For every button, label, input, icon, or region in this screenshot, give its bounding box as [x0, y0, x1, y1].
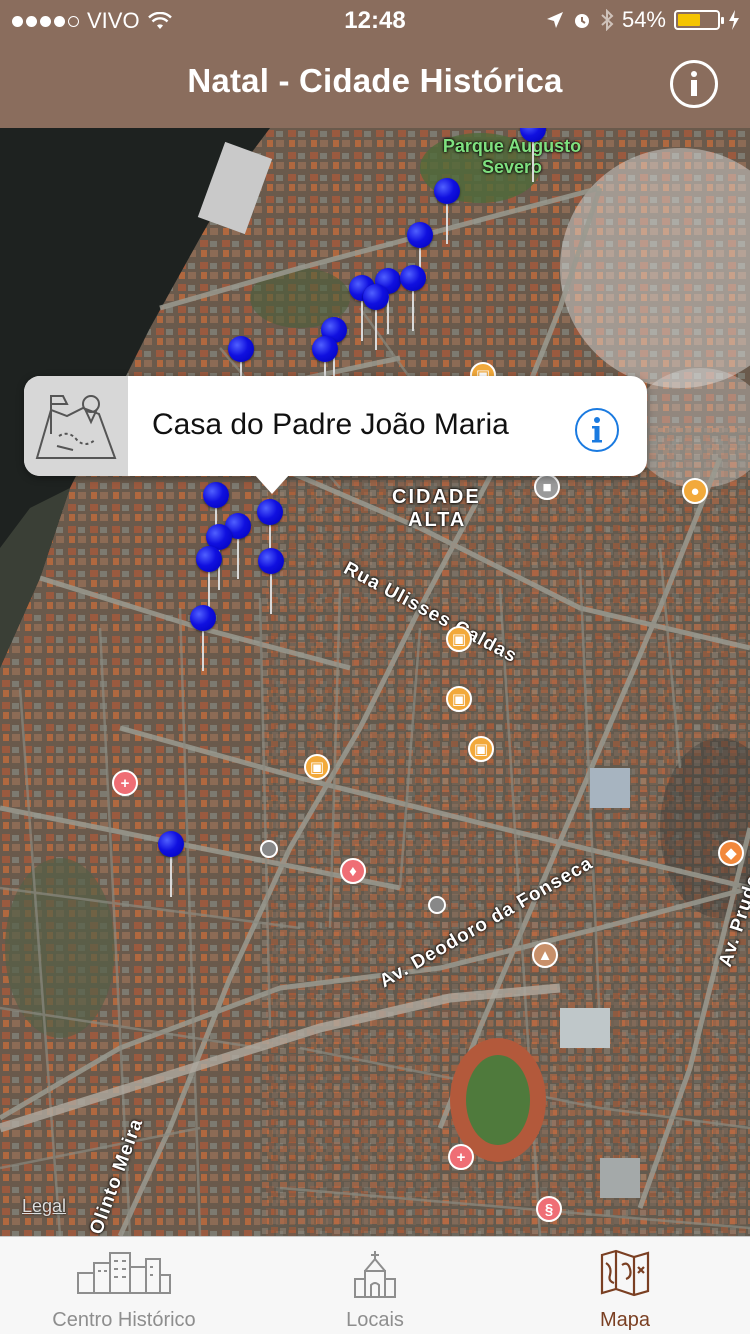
location-callout[interactable]: Casa do Padre João Maria [24, 376, 647, 494]
map-label-district: CIDADE [392, 486, 481, 508]
map-location-icon [35, 395, 117, 459]
info-button[interactable] [670, 60, 718, 108]
alarm-icon [574, 14, 589, 28]
satellite-map[interactable]: Parque Augusto Severo CIDADE ALTA Rua Ul… [0, 128, 750, 1236]
shopping-poi-icon[interactable]: ▣ [468, 736, 494, 762]
tab-mapa[interactable]: Mapa [550, 1237, 700, 1334]
tab-locais[interactable]: Locais [300, 1237, 450, 1334]
bluetooth-icon [601, 9, 614, 31]
school-poi-icon[interactable]: ▲ [532, 942, 558, 968]
tab-label: Centro Histórico [52, 1309, 196, 1331]
shopping-poi-icon[interactable]: ▣ [446, 686, 472, 712]
tab-bar: Centro Histórico Locais Mapa [0, 1236, 750, 1334]
transit-poi-icon[interactable]: ■ [534, 474, 560, 500]
map-label-park: Parque Augusto Severo [442, 136, 582, 177]
generic-poi-icon[interactable] [428, 896, 446, 914]
shopping-poi-icon[interactable]: ▣ [446, 626, 472, 652]
map-legal-link[interactable]: Legal [22, 1196, 66, 1217]
pet-poi-icon[interactable]: ● [682, 478, 708, 504]
top-bar: VIVO 12:48 54% Natal - Cidade Histórica [0, 0, 750, 128]
info-icon [691, 71, 697, 96]
callout-thumbnail [24, 376, 128, 476]
map-label-district-line2: ALTA [408, 509, 467, 531]
info-icon [592, 417, 602, 443]
folded-map-icon [600, 1249, 650, 1297]
callout-title: Casa do Padre João Maria [152, 408, 509, 441]
food-poi-icon[interactable]: ◆ [718, 840, 744, 866]
hospital-poi-icon[interactable]: + [112, 770, 138, 796]
chapel-icon [354, 1251, 396, 1298]
location-arrow-icon [546, 12, 563, 28]
medical-poi-icon[interactable]: § [536, 1196, 562, 1222]
dental-poi-icon[interactable]: ♦ [340, 858, 366, 884]
generic-poi-icon[interactable] [260, 840, 278, 858]
status-bar: VIVO 12:48 54% [0, 0, 750, 40]
shopping-poi-icon[interactable]: ▣ [304, 754, 330, 780]
hospital-poi-icon[interactable]: + [448, 1144, 474, 1170]
city-buildings-icon [77, 1252, 171, 1294]
callout-info-button[interactable] [575, 408, 619, 452]
tab-label: Locais [346, 1309, 404, 1331]
page-title: Natal - Cidade Histórica [187, 62, 563, 99]
battery-percent: 54% [621, 7, 666, 32]
battery-icon [674, 10, 724, 30]
charging-icon [729, 10, 739, 30]
tab-label: Mapa [599, 1309, 651, 1331]
tab-centro-historico[interactable]: Centro Histórico [24, 1237, 224, 1334]
